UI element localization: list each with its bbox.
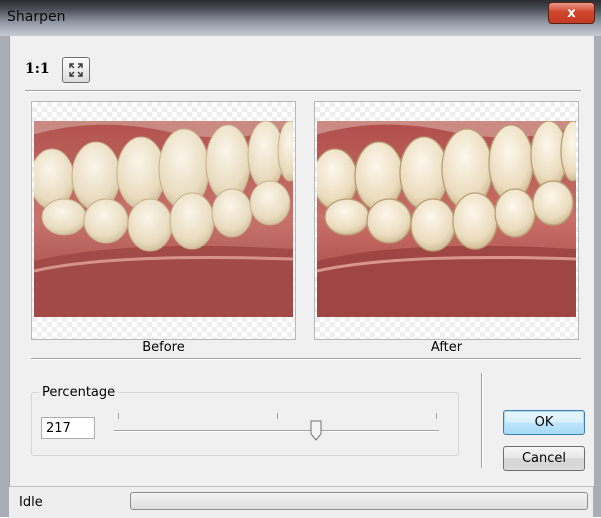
close-button[interactable]: x bbox=[548, 2, 595, 24]
before-image bbox=[34, 121, 293, 317]
after-image bbox=[317, 121, 576, 317]
title-bar[interactable]: Sharpen x bbox=[0, 0, 601, 36]
cancel-label: Cancel bbox=[521, 451, 567, 466]
progress-bar bbox=[130, 492, 588, 510]
percentage-slider-track[interactable] bbox=[114, 430, 439, 432]
preview-divider bbox=[31, 358, 581, 360]
toolbar-divider bbox=[25, 90, 581, 92]
sharpen-dialog: Sharpen x 1:1 Before After Percentage 21… bbox=[0, 0, 601, 518]
status-text: Idle bbox=[19, 495, 43, 510]
close-icon: x bbox=[567, 5, 576, 21]
slider-tick bbox=[277, 413, 278, 419]
window-title: Sharpen bbox=[7, 9, 66, 25]
buttons-separator bbox=[481, 373, 483, 468]
after-caption: After bbox=[430, 340, 463, 355]
window-frame-right bbox=[593, 36, 601, 517]
percentage-label: Percentage bbox=[39, 385, 119, 400]
fit-to-window-icon bbox=[69, 63, 83, 77]
window-frame-left bbox=[0, 36, 9, 517]
fit-to-window-button[interactable] bbox=[62, 57, 90, 83]
ok-label: OK bbox=[534, 415, 554, 430]
cancel-button[interactable]: Cancel bbox=[503, 446, 585, 471]
slider-tick bbox=[118, 413, 119, 419]
percentage-slider-thumb[interactable] bbox=[310, 420, 322, 441]
percentage-group bbox=[31, 392, 459, 456]
zoom-label: 1:1 bbox=[25, 61, 50, 77]
after-preview-panel[interactable] bbox=[314, 101, 579, 340]
slider-tick bbox=[436, 413, 437, 419]
before-caption: Before bbox=[142, 340, 185, 355]
percentage-input[interactable] bbox=[41, 417, 95, 439]
ok-button[interactable]: OK bbox=[503, 410, 585, 435]
before-preview-panel[interactable] bbox=[31, 101, 296, 340]
